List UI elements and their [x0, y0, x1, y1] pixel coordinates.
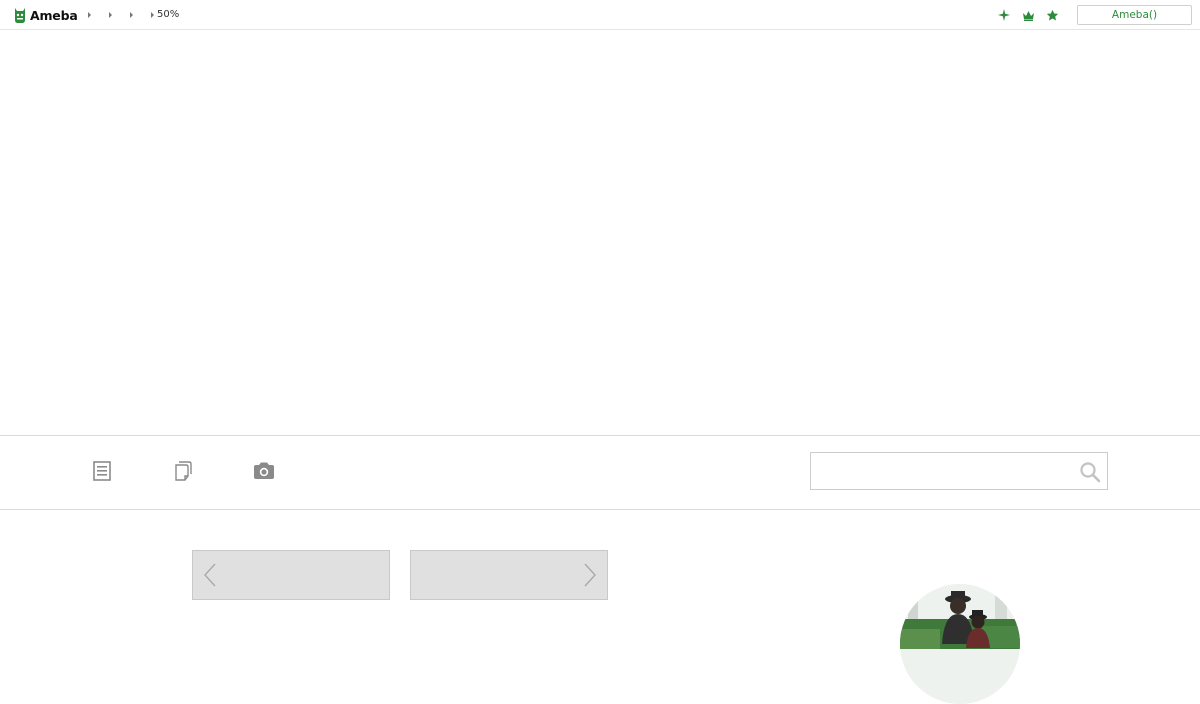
caret-right-icon	[151, 11, 154, 18]
copy-pages-icon[interactable]	[171, 460, 195, 482]
top-icons	[996, 7, 1068, 23]
breadcrumb: 50%	[88, 0, 193, 29]
chevron-left-icon	[204, 563, 216, 587]
profile-photo	[900, 584, 1020, 704]
breadcrumb-item[interactable]	[130, 11, 137, 18]
breadcrumb-item[interactable]	[88, 11, 95, 18]
article-list-icon[interactable]	[90, 460, 114, 482]
logo-text: Ameba	[30, 7, 78, 23]
avatar[interactable]	[900, 584, 1020, 704]
caret-right-icon	[88, 11, 91, 18]
blog-header	[0, 30, 1200, 435]
sparkle-icon[interactable]	[996, 7, 1012, 23]
search-box	[810, 452, 1108, 490]
breadcrumb-label: 50%	[157, 9, 180, 20]
caret-right-icon	[130, 11, 133, 18]
blog-nav-bar	[0, 435, 1200, 510]
breadcrumb-item[interactable]: 50%	[151, 9, 179, 20]
next-entry-button[interactable]	[410, 550, 608, 600]
ameba-logo[interactable]: Ameba	[13, 5, 78, 25]
camera-icon[interactable]	[252, 460, 276, 482]
chevron-right-icon	[584, 563, 596, 587]
crown-icon[interactable]	[1020, 7, 1036, 23]
ameba-mascot-icon	[15, 8, 25, 23]
search-icon[interactable]	[1079, 461, 1101, 483]
previous-entry-button[interactable]	[192, 550, 390, 600]
login-button[interactable]: Ameba()	[1077, 5, 1192, 25]
search-input[interactable]	[811, 453, 1087, 489]
top-bar: Ameba 50% Ameba()	[0, 0, 1200, 30]
breadcrumb-item[interactable]	[109, 11, 116, 18]
star-icon[interactable]	[1044, 7, 1060, 23]
caret-right-icon	[109, 11, 112, 18]
